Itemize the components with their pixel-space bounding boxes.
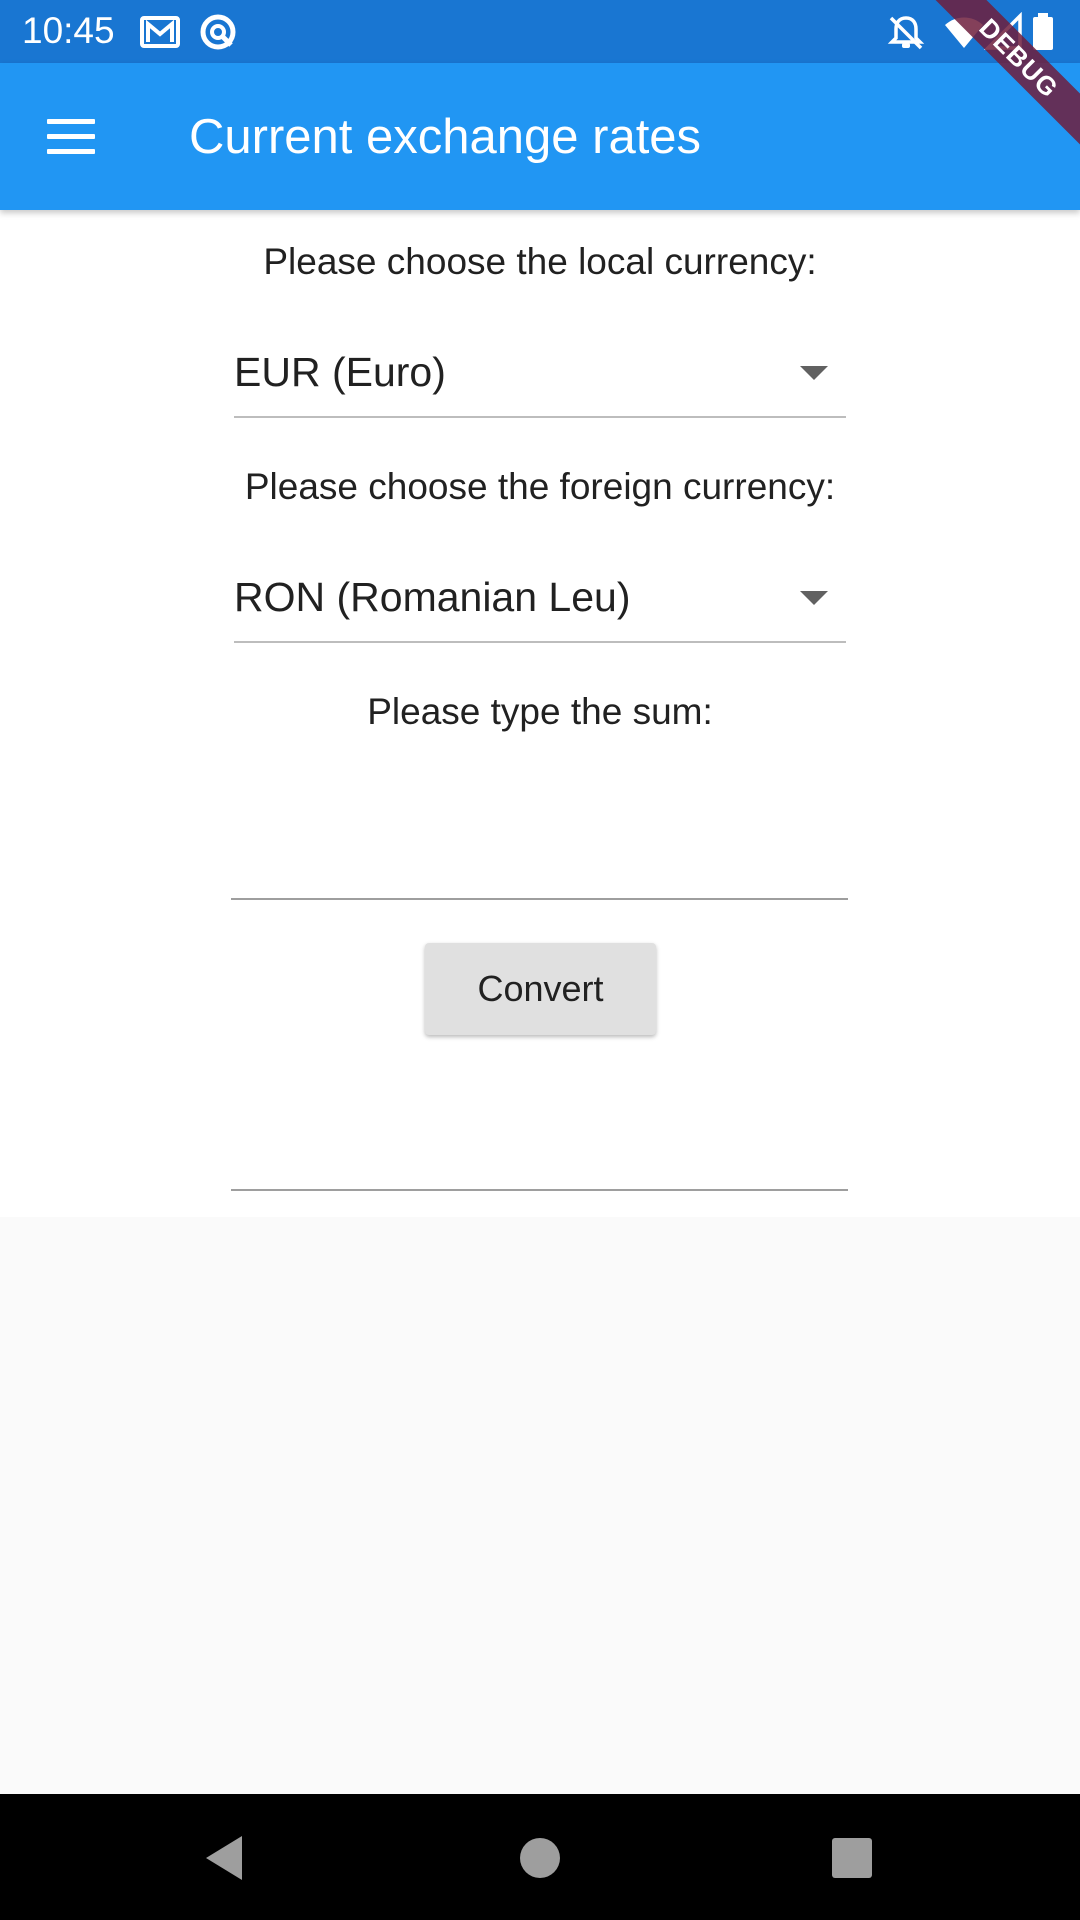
foreign-currency-label: Please choose the foreign currency: [244, 466, 836, 507]
sync-icon [200, 14, 236, 50]
status-time: 10:45 [22, 10, 115, 51]
sum-input[interactable] [231, 820, 848, 900]
local-currency-value: EUR (Euro) [234, 349, 446, 395]
foreign-currency-dropdown[interactable]: RON (Romanian Leu) [234, 555, 846, 643]
back-icon[interactable] [198, 1830, 254, 1886]
result-field[interactable] [231, 1111, 848, 1191]
navigation-bar [0, 1794, 1080, 1920]
menu-icon [47, 119, 95, 124]
converter-form: Please choose the local currency: EUR (E… [0, 210, 1080, 1217]
menu-button[interactable] [35, 105, 111, 169]
status-bar: 10:45 [0, 0, 1080, 63]
dropdown-arrow-icon [800, 591, 828, 605]
local-currency-dropdown[interactable]: EUR (Euro) [234, 330, 846, 418]
sum-label: Please type the sum: [367, 691, 713, 732]
dropdown-arrow-icon [800, 366, 828, 380]
foreign-currency-value: RON (Romanian Leu) [234, 574, 631, 620]
recents-icon[interactable] [824, 1830, 880, 1886]
page-title: Current exchange rates [189, 110, 702, 164]
notifications-off-icon [887, 16, 925, 50]
convert-button[interactable]: Convert [425, 943, 656, 1035]
local-currency-label: Please choose the local currency: [263, 241, 817, 282]
home-icon[interactable] [512, 1830, 568, 1886]
app-bar: Current exchange rates [0, 63, 1080, 210]
gmail-icon [140, 16, 180, 48]
battery-icon [1033, 13, 1053, 50]
